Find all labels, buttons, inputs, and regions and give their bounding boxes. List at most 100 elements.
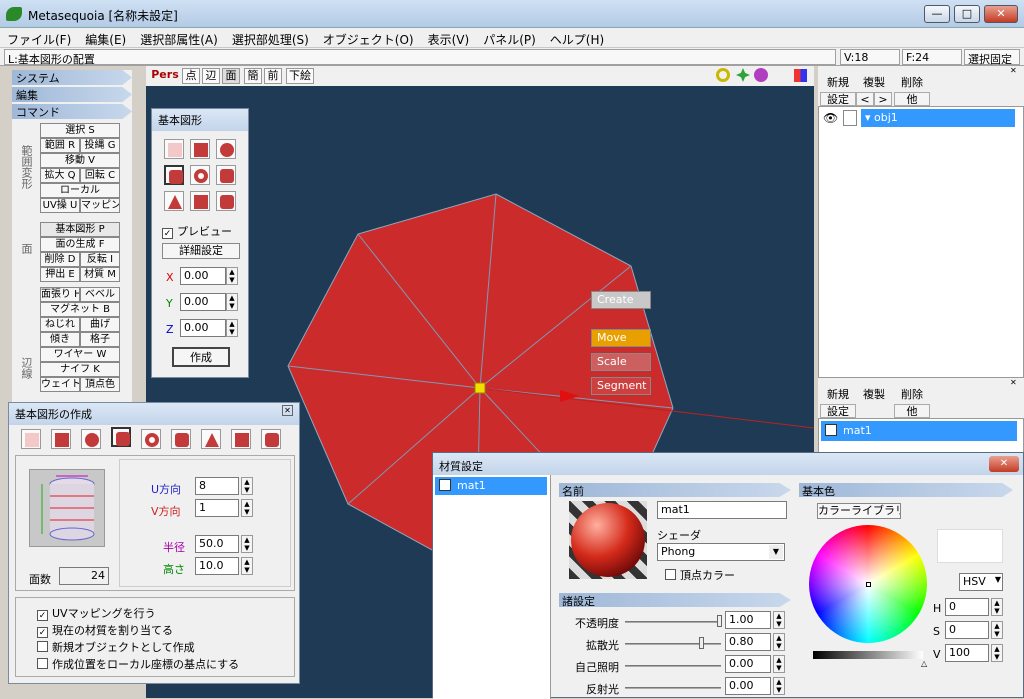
color-library-button[interactable]: カラーライブラリ <box>817 503 901 519</box>
cmd-tilt[interactable]: 傾き <box>40 332 80 347</box>
tab-cap-icon[interactable] <box>261 429 281 449</box>
s-spinner[interactable]: ▲ ▼ <box>991 621 1003 639</box>
new-object-checkbox[interactable] <box>37 641 48 652</box>
material-other-button[interactable]: 他 <box>894 404 930 418</box>
toggle-vertex[interactable]: 点 <box>182 68 200 84</box>
cmd-invert[interactable]: 反転 I <box>80 252 120 267</box>
material-settings-button[interactable]: 設定 <box>820 404 856 418</box>
shape-cap-icon[interactable] <box>216 191 236 211</box>
material-panel-close-icon[interactable]: ✕ <box>1010 378 1020 387</box>
toggle-face[interactable]: 面 <box>222 68 240 84</box>
cmd-scale[interactable]: 拡大 Q <box>40 168 80 183</box>
y-spinner[interactable]: ▲ ▼ <box>226 293 238 311</box>
value-gradient-bar[interactable] <box>813 651 923 659</box>
object-next-button[interactable]: > <box>874 92 892 106</box>
v-input[interactable]: 100 <box>945 644 989 662</box>
h-input[interactable]: 0 <box>945 598 989 616</box>
emissive-input[interactable]: 0.00 <box>725 655 771 673</box>
tab-cone-icon[interactable] <box>201 429 221 449</box>
cmd-face-fill[interactable]: 面張り H <box>40 287 80 302</box>
shape-cone-icon[interactable] <box>164 191 184 211</box>
uv-mapping-checkbox[interactable]: ✓ <box>37 610 48 621</box>
section-command[interactable]: コマンド <box>12 104 132 119</box>
color-mode-select[interactable]: HSV ▼ <box>959 573 1003 591</box>
tab-sphere-icon[interactable] <box>81 429 101 449</box>
tab-torus-icon[interactable] <box>141 429 161 449</box>
cmd-move[interactable]: 移動 V <box>40 153 120 168</box>
preview-checkbox[interactable]: ✓ <box>162 228 173 239</box>
specular-input[interactable]: 0.00 <box>725 677 771 695</box>
pan-icon[interactable] <box>736 68 750 82</box>
v-direction-input[interactable]: 1 <box>195 499 239 517</box>
cmd-weight[interactable]: ウェイト <box>40 377 80 392</box>
tab-plane-icon[interactable] <box>21 429 41 449</box>
object-panel-close-icon[interactable]: ✕ <box>1010 66 1020 75</box>
cmd-rotate[interactable]: 回転 C <box>80 168 120 183</box>
y-input[interactable]: 0.00 <box>180 293 226 311</box>
cmd-magnet[interactable]: マグネット B <box>40 302 120 317</box>
h-spinner[interactable]: ▲ ▼ <box>991 598 1003 616</box>
height-spinner[interactable]: ▲ ▼ <box>241 557 253 575</box>
material-settings-close-button[interactable]: ✕ <box>989 456 1019 472</box>
cmd-wire[interactable]: ワイヤー W <box>40 347 120 362</box>
view-mode-pers[interactable]: Pers <box>150 68 180 84</box>
z-input[interactable]: 0.00 <box>180 319 226 337</box>
diffuse-spinner[interactable]: ▲ ▼ <box>773 633 785 651</box>
selection-lock[interactable]: 選択固定 <box>964 49 1020 66</box>
tab-box-icon[interactable] <box>231 429 251 449</box>
specular-spinner[interactable]: ▲ ▼ <box>773 677 785 695</box>
shape-torus-icon[interactable] <box>190 165 210 185</box>
center-handle[interactable] <box>474 382 486 394</box>
cmd-face-gen[interactable]: 面の生成 F <box>40 237 120 252</box>
diffuse-slider-thumb[interactable] <box>699 637 704 649</box>
cmd-local[interactable]: ローカル <box>40 183 120 198</box>
cmd-range[interactable]: 範囲 R <box>40 138 80 153</box>
detail-settings-button[interactable]: 詳細設定 <box>162 243 240 259</box>
object-delete-button[interactable]: 削除 <box>894 76 930 90</box>
v-spinner[interactable]: ▲ ▼ <box>991 644 1003 662</box>
cmd-basic-shape[interactable]: 基本図形 P <box>40 222 120 237</box>
cmd-bevel[interactable]: ベベル <box>80 287 120 302</box>
z-spinner[interactable]: ▲ ▼ <box>226 319 238 337</box>
x-input[interactable]: 0.00 <box>180 267 226 285</box>
toggle-simple[interactable]: 簡 <box>244 68 262 84</box>
cmd-material[interactable]: 材質 M <box>80 267 120 282</box>
vertex-color-checkbox[interactable] <box>665 569 676 580</box>
shape-cylinder-icon[interactable] <box>164 165 184 185</box>
color-wheel-cursor[interactable] <box>866 582 871 587</box>
s-input[interactable]: 0 <box>945 621 989 639</box>
cmd-mapping[interactable]: マッピング <box>80 198 120 213</box>
gizmo-segment[interactable]: Segment <box>591 377 651 395</box>
tab-cylinder-icon[interactable] <box>111 427 131 447</box>
shader-select[interactable]: Phong ▼ <box>657 543 785 561</box>
object-row-obj1[interactable]: ▾ obj1 <box>861 109 1015 127</box>
shape-plane-icon[interactable] <box>164 139 184 159</box>
tab-pipe-icon[interactable] <box>171 429 191 449</box>
dialog-close-icon[interactable]: ✕ <box>282 405 293 416</box>
rotate-icon[interactable] <box>754 68 768 82</box>
gizmo-move[interactable]: Move <box>591 329 651 347</box>
cmd-delete[interactable]: 削除 D <box>40 252 80 267</box>
visibility-eye-icon[interactable]: 👁 <box>823 111 839 125</box>
section-edit[interactable]: 編集 <box>12 87 132 102</box>
cmd-lasso[interactable]: 投縄 G <box>80 138 120 153</box>
gizmo-create[interactable]: Create <box>591 291 651 309</box>
maximize-button[interactable]: □ <box>954 5 980 23</box>
assign-material-checkbox[interactable]: ✓ <box>37 627 48 638</box>
height-input[interactable]: 10.0 <box>195 557 239 575</box>
cmd-extrude[interactable]: 押出 E <box>40 267 80 282</box>
radius-spinner[interactable]: ▲ ▼ <box>241 535 253 553</box>
radius-input[interactable]: 50.0 <box>195 535 239 553</box>
cmd-uv[interactable]: UV操 U <box>40 198 80 213</box>
section-system[interactable]: システム <box>12 70 132 85</box>
shape-sphere-icon[interactable] <box>216 139 236 159</box>
cmd-bend[interactable]: 曲げ <box>80 317 120 332</box>
opacity-slider[interactable] <box>625 621 721 623</box>
material-duplicate-button[interactable]: 複製 <box>856 388 892 402</box>
object-prev-button[interactable]: < <box>856 92 874 106</box>
cmd-knife[interactable]: ナイフ K <box>40 362 120 377</box>
emissive-slider[interactable] <box>625 665 721 667</box>
create-button[interactable]: 作成 <box>172 347 230 367</box>
lock-toggle[interactable] <box>843 110 857 126</box>
object-other-button[interactable]: 他 <box>894 92 930 106</box>
